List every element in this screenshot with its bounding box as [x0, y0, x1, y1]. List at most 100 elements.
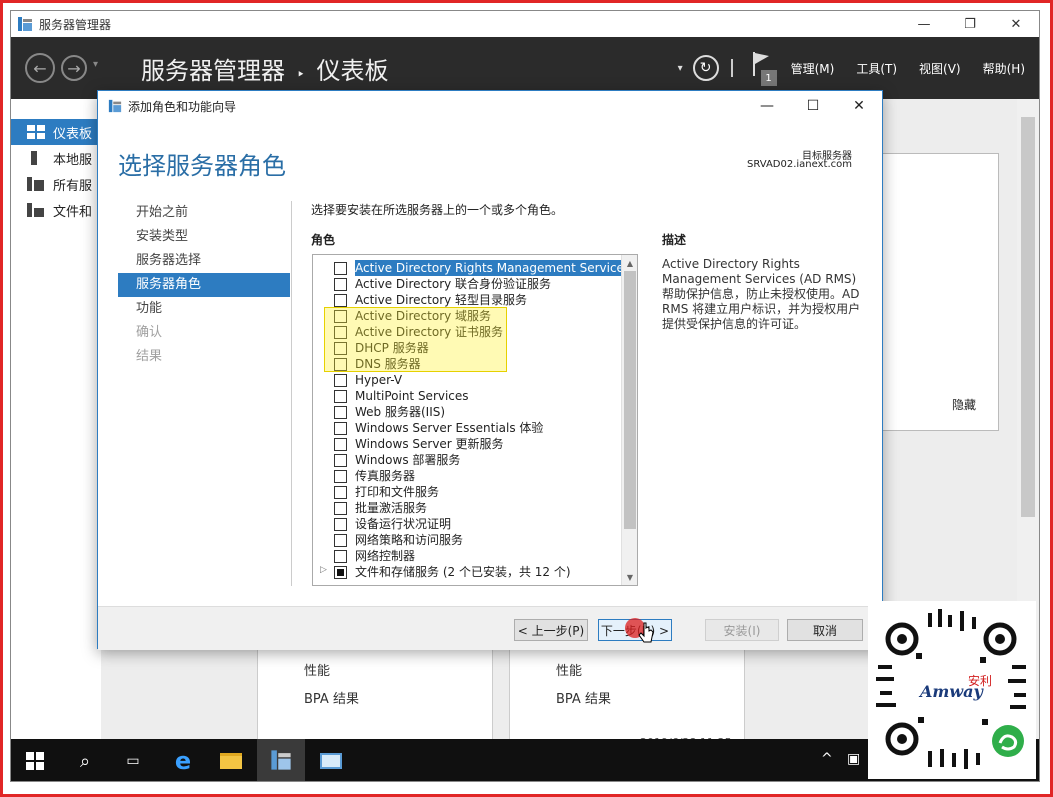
history-dropdown-icon[interactable]: ▾ [93, 59, 98, 70]
role-label[interactable]: 文件和存储服务 (2 个已安装，共 12 个) [355, 564, 571, 580]
role-label[interactable]: 传真服务器 [355, 468, 415, 484]
role-checkbox[interactable] [334, 374, 347, 387]
scroll-up-icon[interactable]: ▲ [622, 255, 637, 271]
role-item[interactable]: Web 服务器(IIS) [313, 404, 621, 420]
role-item-ad-rms[interactable]: Active Directory Rights Management Servi… [313, 260, 633, 276]
sidebar-item-local-server[interactable]: 本地服 [11, 145, 101, 171]
scroll-down-icon[interactable]: ▼ [622, 569, 637, 585]
cancel-button[interactable]: 取消 [787, 619, 863, 641]
menu-help[interactable]: 帮助(H) [983, 60, 1025, 77]
step-server-selection[interactable]: 服务器选择 [118, 249, 290, 273]
role-checkbox[interactable] [334, 550, 347, 563]
role-item[interactable]: Windows 部署服务 [313, 452, 621, 468]
tile-perf[interactable]: 性能 [304, 660, 330, 679]
scrollbar-thumb[interactable] [1021, 117, 1035, 517]
role-item[interactable]: 批量激活服务 [313, 500, 621, 516]
role-checkbox[interactable] [334, 502, 347, 515]
menu-manage[interactable]: 管理(M) [791, 60, 835, 77]
role-label[interactable]: Windows Server 更新服务 [355, 436, 504, 452]
role-checkbox[interactable] [334, 454, 347, 467]
role-label[interactable]: Hyper-V [355, 372, 402, 388]
role-item[interactable]: Windows Server Essentials 体验 [313, 420, 621, 436]
role-item[interactable]: 网络控制器 [313, 548, 621, 564]
explorer-button[interactable] [207, 739, 255, 781]
search-button[interactable]: ⌕ [61, 739, 109, 781]
role-tile[interactable]: 性能 BPA 结果 2019/6/28 11:25 [509, 649, 745, 749]
role-item[interactable]: 网络策略和访问服务 [313, 532, 621, 548]
role-label[interactable]: Web 服务器(IIS) [355, 404, 445, 420]
role-label[interactable]: MultiPoint Services [355, 388, 469, 404]
role-item[interactable]: 设备运行状况证明 [313, 516, 621, 532]
role-label[interactable]: 网络策略和访问服务 [355, 532, 463, 548]
restore-icon[interactable]: ❐ [947, 11, 993, 37]
back-button[interactable]: ← [25, 53, 55, 83]
role-item[interactable]: 传真服务器 [313, 468, 621, 484]
menu-view[interactable]: 视图(V) [919, 60, 961, 77]
sidebar-item-all-servers[interactable]: 所有服 [11, 171, 101, 197]
role-checkbox[interactable] [334, 390, 347, 403]
hide-link[interactable]: 隐藏 [952, 396, 976, 413]
sidebar-item-dashboard[interactable]: 仪表板 [11, 119, 101, 145]
install-button[interactable]: 安装(I) [705, 619, 779, 641]
role-label[interactable]: Active Directory 轻型目录服务 [355, 292, 527, 308]
role-checkbox[interactable] [334, 470, 347, 483]
close-icon[interactable]: ✕ [836, 91, 882, 121]
step-installation-type[interactable]: 安装类型 [118, 225, 290, 249]
role-label[interactable]: 批量激活服务 [355, 500, 427, 516]
role-label[interactable]: Active Directory 联合身份验证服务 [355, 276, 551, 292]
scrollbar-thumb[interactable] [624, 271, 636, 529]
role-checkbox[interactable] [334, 262, 347, 275]
minimize-icon[interactable]: — [901, 11, 947, 37]
roles-list-scrollbar[interactable]: ▲ ▼ [621, 255, 637, 585]
expand-arrow-icon[interactable]: ▷ [320, 565, 327, 575]
role-checkbox[interactable] [334, 566, 347, 579]
step-server-roles[interactable]: 服务器角色 [118, 273, 290, 297]
role-item-file-storage[interactable]: ▷ 文件和存储服务 (2 个已安装，共 12 个) [313, 564, 621, 580]
tray-chevron-icon[interactable]: ^ [821, 751, 833, 767]
tile-perf[interactable]: 性能 [556, 660, 582, 679]
refresh-dropdown-icon[interactable]: ▾ [678, 63, 683, 74]
role-item[interactable]: 打印和文件服务 [313, 484, 621, 500]
refresh-icon[interactable]: ↻ [692, 55, 719, 81]
role-label[interactable]: 设备运行状况证明 [355, 516, 451, 532]
start-button[interactable] [11, 739, 59, 781]
role-checkbox[interactable] [334, 294, 347, 307]
role-checkbox[interactable] [334, 518, 347, 531]
ie-button[interactable]: e [159, 739, 207, 781]
role-label[interactable]: Windows 部署服务 [355, 452, 460, 468]
role-item[interactable]: Hyper-V [313, 372, 621, 388]
menu-tools[interactable]: 工具(T) [856, 60, 897, 77]
tile-bpa[interactable]: BPA 结果 [304, 688, 359, 707]
tile-bpa[interactable]: BPA 结果 [556, 688, 611, 707]
role-item[interactable]: Windows Server 更新服务 [313, 436, 621, 452]
forward-button[interactable]: → [61, 55, 87, 81]
breadcrumb-separator: ‣ [296, 67, 305, 83]
role-item[interactable]: Active Directory 轻型目录服务 [313, 292, 621, 308]
maximize-icon[interactable]: ☐ [790, 91, 836, 121]
role-item[interactable]: MultiPoint Services [313, 388, 621, 404]
role-label[interactable]: Windows Server Essentials 体验 [355, 420, 543, 436]
role-label[interactable]: Active Directory Rights Management Servi… [355, 260, 633, 276]
task-view-button[interactable]: ▭ [109, 739, 157, 781]
wizard-taskbar-button[interactable] [307, 739, 355, 781]
role-label[interactable]: 打印和文件服务 [355, 484, 439, 500]
role-checkbox[interactable] [334, 486, 347, 499]
role-label[interactable]: 网络控制器 [355, 548, 415, 564]
minimize-icon[interactable]: — [744, 91, 790, 121]
previous-button[interactable]: < 上一步(P) [514, 619, 588, 641]
role-item[interactable]: Active Directory 联合身份验证服务 [313, 276, 621, 292]
role-checkbox[interactable] [334, 422, 347, 435]
role-checkbox[interactable] [334, 278, 347, 291]
notification-flag-icon[interactable]: 1 [749, 48, 779, 88]
roles-list[interactable]: Active Directory Rights Management Servi… [312, 254, 638, 586]
sidebar-item-files[interactable]: 文件和 [11, 197, 101, 223]
close-icon[interactable]: ✕ [993, 11, 1039, 37]
role-checkbox[interactable] [334, 406, 347, 419]
role-checkbox[interactable] [334, 534, 347, 547]
network-icon[interactable]: ▣ [847, 751, 860, 767]
role-tile[interactable]: 性能 BPA 结果 [257, 649, 493, 749]
role-checkbox[interactable] [334, 438, 347, 451]
step-features[interactable]: 功能 [118, 297, 290, 321]
step-before-you-begin[interactable]: 开始之前 [118, 201, 290, 225]
server-manager-taskbar-button[interactable] [257, 739, 305, 781]
